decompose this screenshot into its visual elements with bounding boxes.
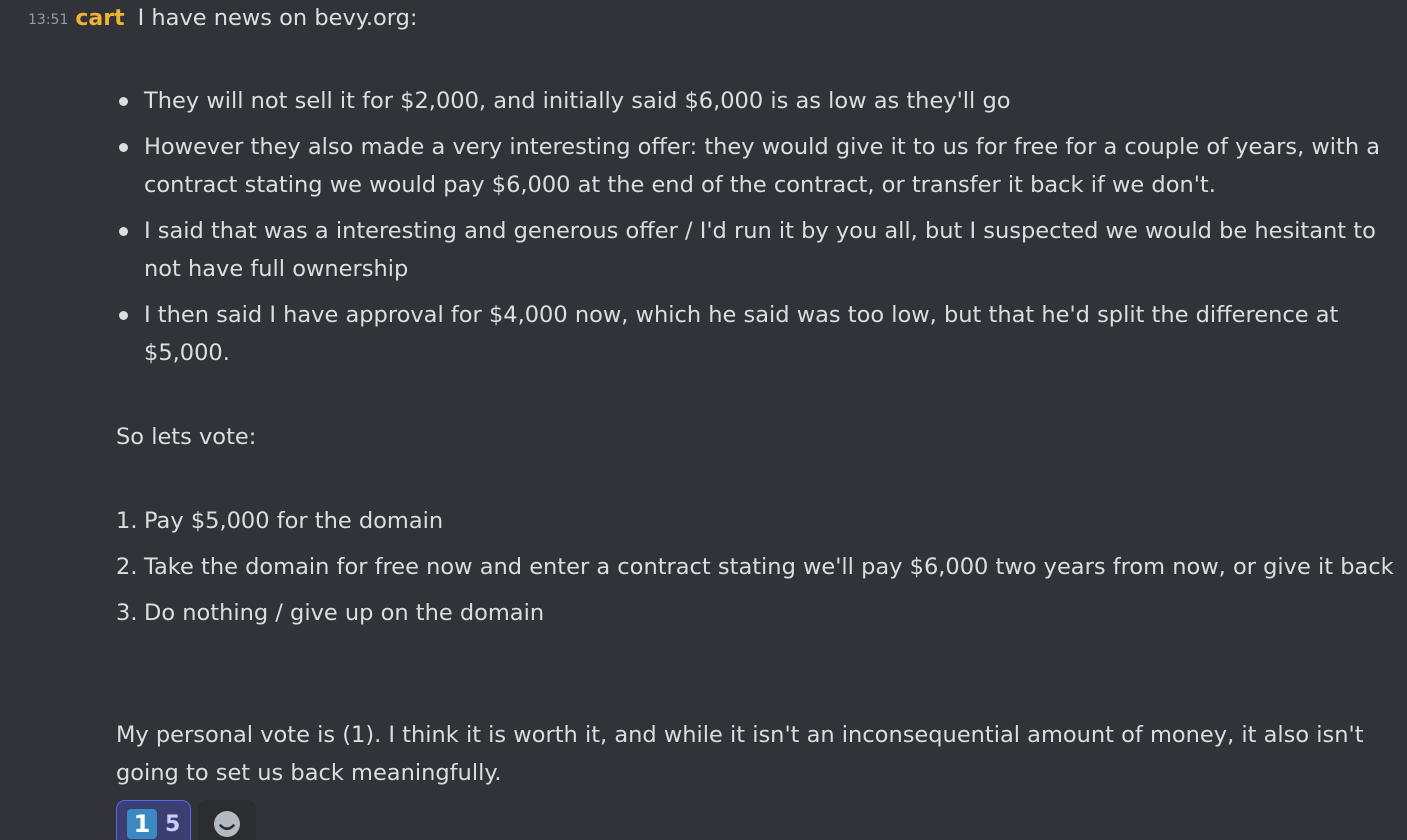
keycap-one-icon: 1 [127, 809, 157, 839]
reactions-bar: 1 5 [116, 800, 257, 840]
message-header: 13:51 cart I have news on bevy.org: [28, 2, 418, 34]
bullet-dot [119, 311, 128, 320]
add-reaction-button[interactable] [198, 800, 257, 840]
bullet-list: They will not sell it for $2,000, and in… [116, 82, 1396, 372]
author-username[interactable]: cart [75, 6, 124, 31]
closing-paragraph: My personal vote is (1). I think it is w… [116, 722, 1364, 786]
list-item: I said that was a interesting and genero… [116, 212, 1396, 288]
reaction-keycap-one[interactable]: 1 5 [116, 800, 192, 840]
vote-options-block: 1. Pay $5,000 for the domain 2. Take the d… [116, 502, 1396, 640]
list-item: 1. Pay $5,000 for the domain [116, 508, 444, 534]
list-item: 2. Take the domain for free now and enter… [116, 554, 1394, 580]
bullet-dot [119, 97, 128, 106]
smile-icon [214, 811, 241, 837]
reaction-count: 5 [165, 811, 181, 837]
message-first-line: I have news on bevy.org: [137, 5, 418, 31]
list-item: They will not sell it for $2,000, and in… [116, 82, 1396, 120]
bullet-dot [119, 227, 128, 236]
bullet-list-block: They will not sell it for $2,000, and in… [116, 82, 1396, 380]
list-item: However they also made a very interestin… [116, 128, 1396, 204]
message-timestamp[interactable]: 13:51 [28, 12, 68, 28]
list-item: 3. Do nothing / give up on the domain [116, 600, 545, 626]
vote-intro: So lets vote: [116, 424, 257, 450]
chat-message: 13:51 cart I have news on bevy.org: They… [0, 0, 1407, 840]
bullet-dot [119, 143, 128, 152]
list-item: I then said I have approval for $4,000 n… [116, 296, 1396, 372]
vote-options-list: 1. Pay $5,000 for the domain 2. Take the d… [116, 502, 1396, 632]
